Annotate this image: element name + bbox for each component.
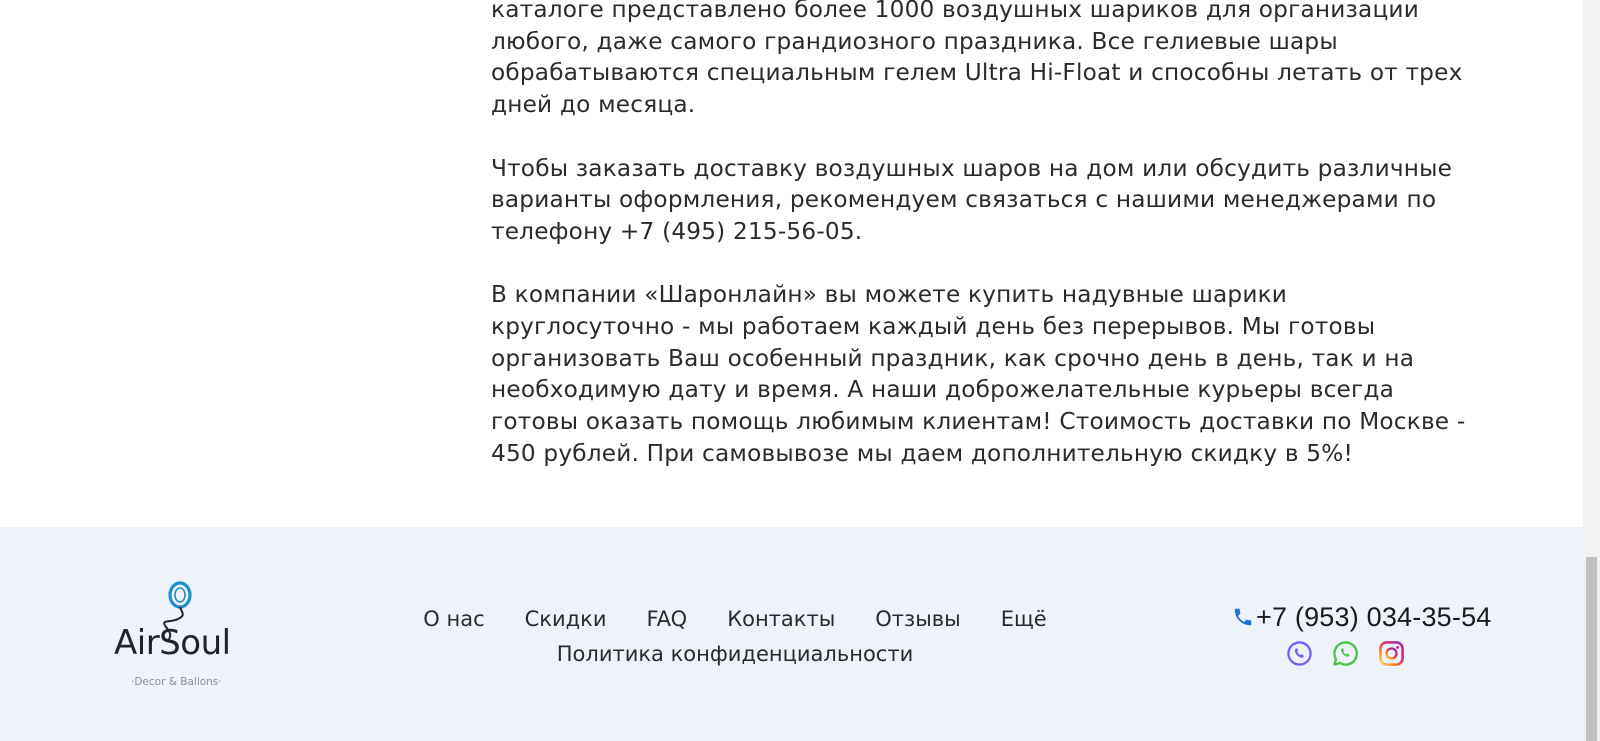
phone-link[interactable]: +7 (953) 034-35-54 bbox=[1232, 600, 1492, 634]
article-text: каталоге представлено более 1000 воздушн… bbox=[491, 0, 1471, 501]
article-paragraph-3: В компании «Шаронлайн» вы можете купить … bbox=[491, 281, 1466, 467]
footer-nav-row-2: Политика конфиденциальности bbox=[380, 642, 1090, 666]
nav-link-faq[interactable]: FAQ bbox=[647, 607, 688, 631]
nav-link-privacy-policy[interactable]: Политика конфиденциальности bbox=[557, 642, 913, 666]
nav-link-more[interactable]: Ещё bbox=[1001, 607, 1047, 631]
logo-wordmark: AirSoul bbox=[114, 623, 231, 663]
footer-contact: +7 (953) 034-35-54 bbox=[1232, 600, 1492, 667]
footer-logo[interactable]: AirSoul ·Decor & Ballons· bbox=[112, 579, 248, 699]
nav-link-reviews[interactable]: Отзывы bbox=[875, 607, 960, 631]
article-paragraph-2: Чтобы заказать доставку воздушных шаров … bbox=[491, 154, 1453, 245]
instagram-icon[interactable] bbox=[1378, 640, 1405, 667]
phone-number[interactable]: +7 (953) 034-35-54 bbox=[1256, 602, 1492, 633]
viber-icon[interactable] bbox=[1286, 640, 1313, 667]
whatsapp-icon[interactable] bbox=[1332, 640, 1359, 667]
site-footer: AirSoul ·Decor & Ballons· О нас Скидки F… bbox=[0, 527, 1583, 741]
footer-nav: О нас Скидки FAQ Контакты Отзывы Ещё Пол… bbox=[380, 607, 1090, 666]
nav-link-contacts[interactable]: Контакты bbox=[727, 607, 835, 631]
article-paragraph-1: каталоге представлено более 1000 воздушн… bbox=[491, 0, 1463, 119]
social-links bbox=[1286, 640, 1492, 667]
page-scrollbar[interactable] bbox=[1583, 0, 1600, 741]
nav-link-discounts[interactable]: Скидки bbox=[525, 607, 607, 631]
phone-icon bbox=[1234, 608, 1252, 626]
nav-link-about[interactable]: О нас bbox=[423, 607, 484, 631]
footer-nav-row-1: О нас Скидки FAQ Контакты Отзывы Ещё bbox=[380, 607, 1090, 631]
scrollbar-thumb[interactable] bbox=[1586, 557, 1597, 741]
logo-tagline: ·Decor & Ballons· bbox=[131, 676, 222, 688]
